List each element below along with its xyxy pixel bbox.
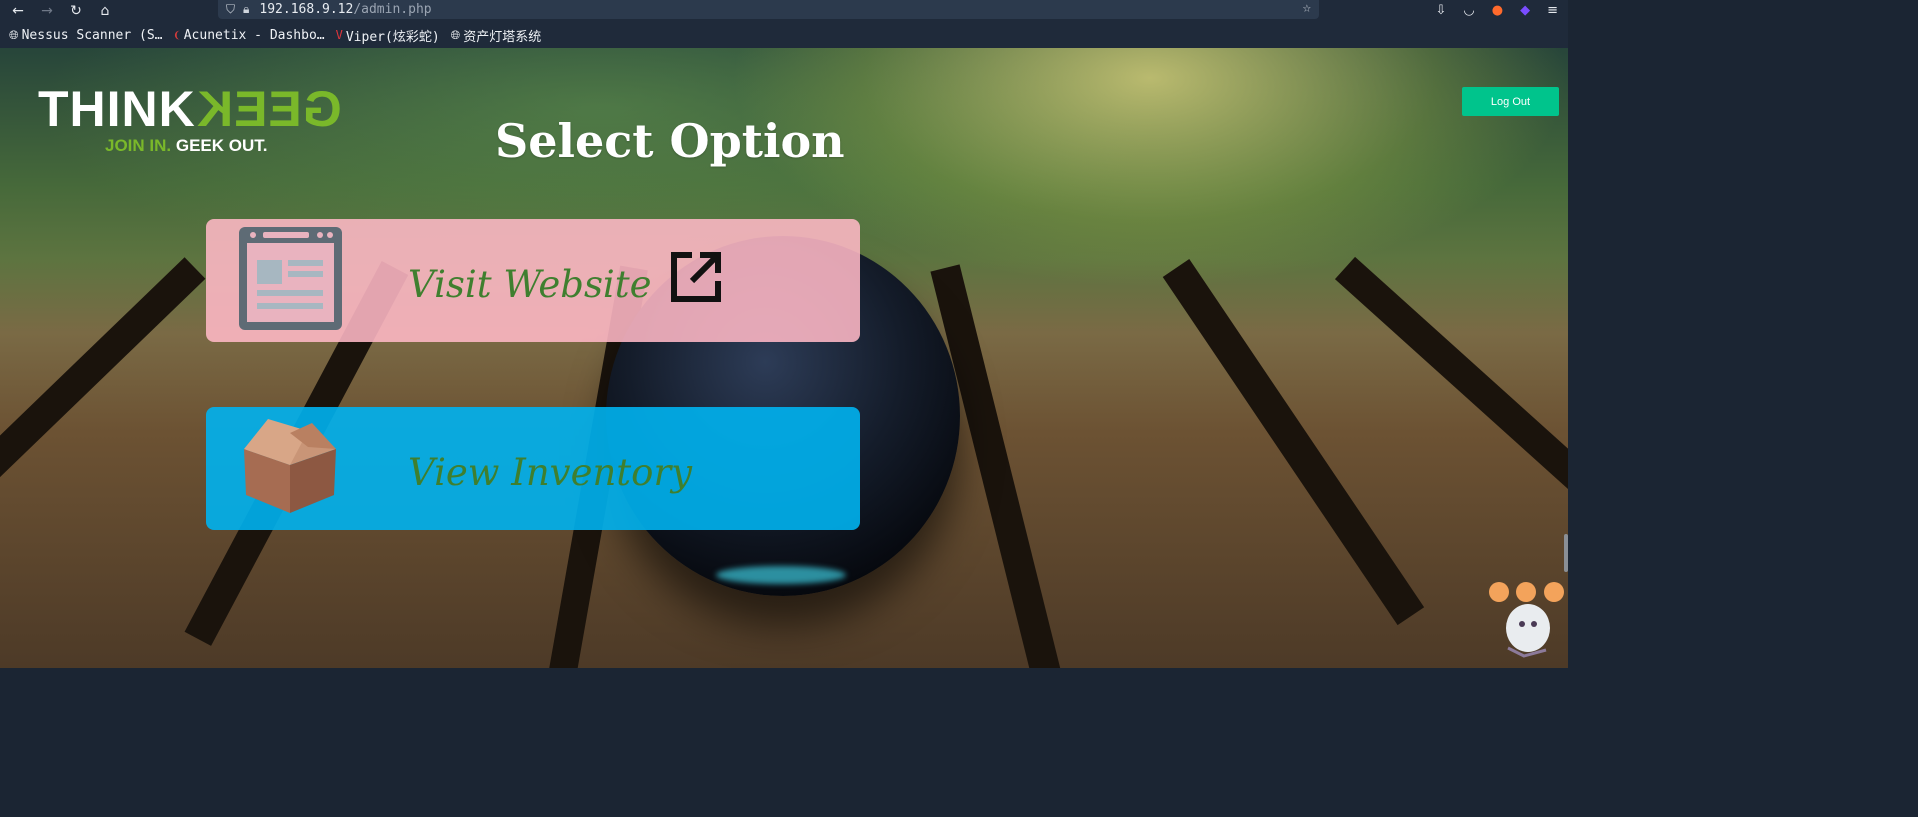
visit-website-option[interactable]: Visit Website <box>206 219 860 342</box>
menu-icon[interactable]: ≡ <box>1547 3 1558 18</box>
shield-icon: ⛉ <box>226 2 236 16</box>
url-bar[interactable]: ⛉ 🔒︎ 192.168.9.12/admin.php ☆ <box>218 0 1319 19</box>
scrollbar-thumb[interactable] <box>1564 534 1568 572</box>
background-decoration <box>0 257 206 571</box>
bookmarks-bar: 🌐︎ Nessus Scanner (S… ❨ Acunetix - Dashb… <box>0 22 1568 48</box>
view-inventory-label: View Inventory <box>408 451 693 494</box>
lock-icon: 🔒︎ <box>243 2 250 16</box>
logo-tagline-b: GEEK OUT. <box>175 136 268 155</box>
web-page-icon <box>239 227 342 330</box>
package-box-icon <box>244 419 336 513</box>
acunetix-icon: ❨ <box>173 28 181 42</box>
url-host: 192.168.9.12 <box>259 2 354 17</box>
bookmark-nessus[interactable]: 🌐︎ Nessus Scanner (S… <box>9 28 163 43</box>
thinkgeek-logo: THINKGEEK JOIN IN. GEEK OUT. <box>38 81 342 156</box>
bookmark-acunetix[interactable]: ❨ Acunetix - Dashbo… <box>174 28 325 43</box>
logo-geek-text: GEEK <box>195 81 342 137</box>
bookmark-asset-lighthouse[interactable]: 🌐︎ 资产灯塔系统 <box>451 26 542 45</box>
view-inventory-option[interactable]: View Inventory <box>206 407 860 530</box>
mascot-widget-icon[interactable] <box>1486 578 1566 658</box>
background-decoration <box>1334 256 1568 561</box>
reload-icon[interactable]: ↻ <box>65 0 87 22</box>
bookmark-label: Acunetix - Dashbo… <box>183 27 325 43</box>
extension-icon[interactable]: ◆ <box>1520 3 1530 18</box>
viper-icon: V <box>335 28 343 42</box>
star-icon[interactable]: ☆ <box>1303 0 1311 16</box>
logout-button[interactable]: Log Out <box>1462 87 1559 116</box>
home-icon[interactable]: ⌂ <box>94 0 116 22</box>
forward-arrow-icon[interactable]: → <box>36 0 58 22</box>
save-to-pocket-icon[interactable]: ⇩ <box>1436 3 1447 18</box>
bookmark-viper[interactable]: V Viper(炫彩蛇) <box>336 26 440 45</box>
page-title: Select Option <box>495 114 845 168</box>
globe-icon: 🌐︎ <box>9 27 19 42</box>
page-content: THINKGEEK JOIN IN. GEEK OUT. Select Opti… <box>0 48 1568 668</box>
bookmark-label: Viper(炫彩蛇) <box>345 29 440 45</box>
bookmark-label: Nessus Scanner (S… <box>21 27 163 43</box>
url-path: /admin.php <box>353 2 432 17</box>
globe-icon: 🌐︎ <box>450 27 461 42</box>
browser-extension-icons: ⇩ ◡ ● ◆ ≡ <box>1436 0 1559 20</box>
visit-website-label: Visit Website <box>408 263 652 306</box>
external-link-icon[interactable] <box>670 251 722 303</box>
pocket-icon[interactable]: ◡ <box>1463 3 1474 18</box>
bookmark-label: 资产灯塔系统 <box>463 29 542 45</box>
logo-tagline-a: JOIN IN. <box>105 136 172 155</box>
extension-icon[interactable]: ● <box>1492 3 1503 18</box>
back-arrow-icon[interactable]: ← <box>7 0 29 22</box>
logo-think-text: THINK <box>38 81 196 137</box>
